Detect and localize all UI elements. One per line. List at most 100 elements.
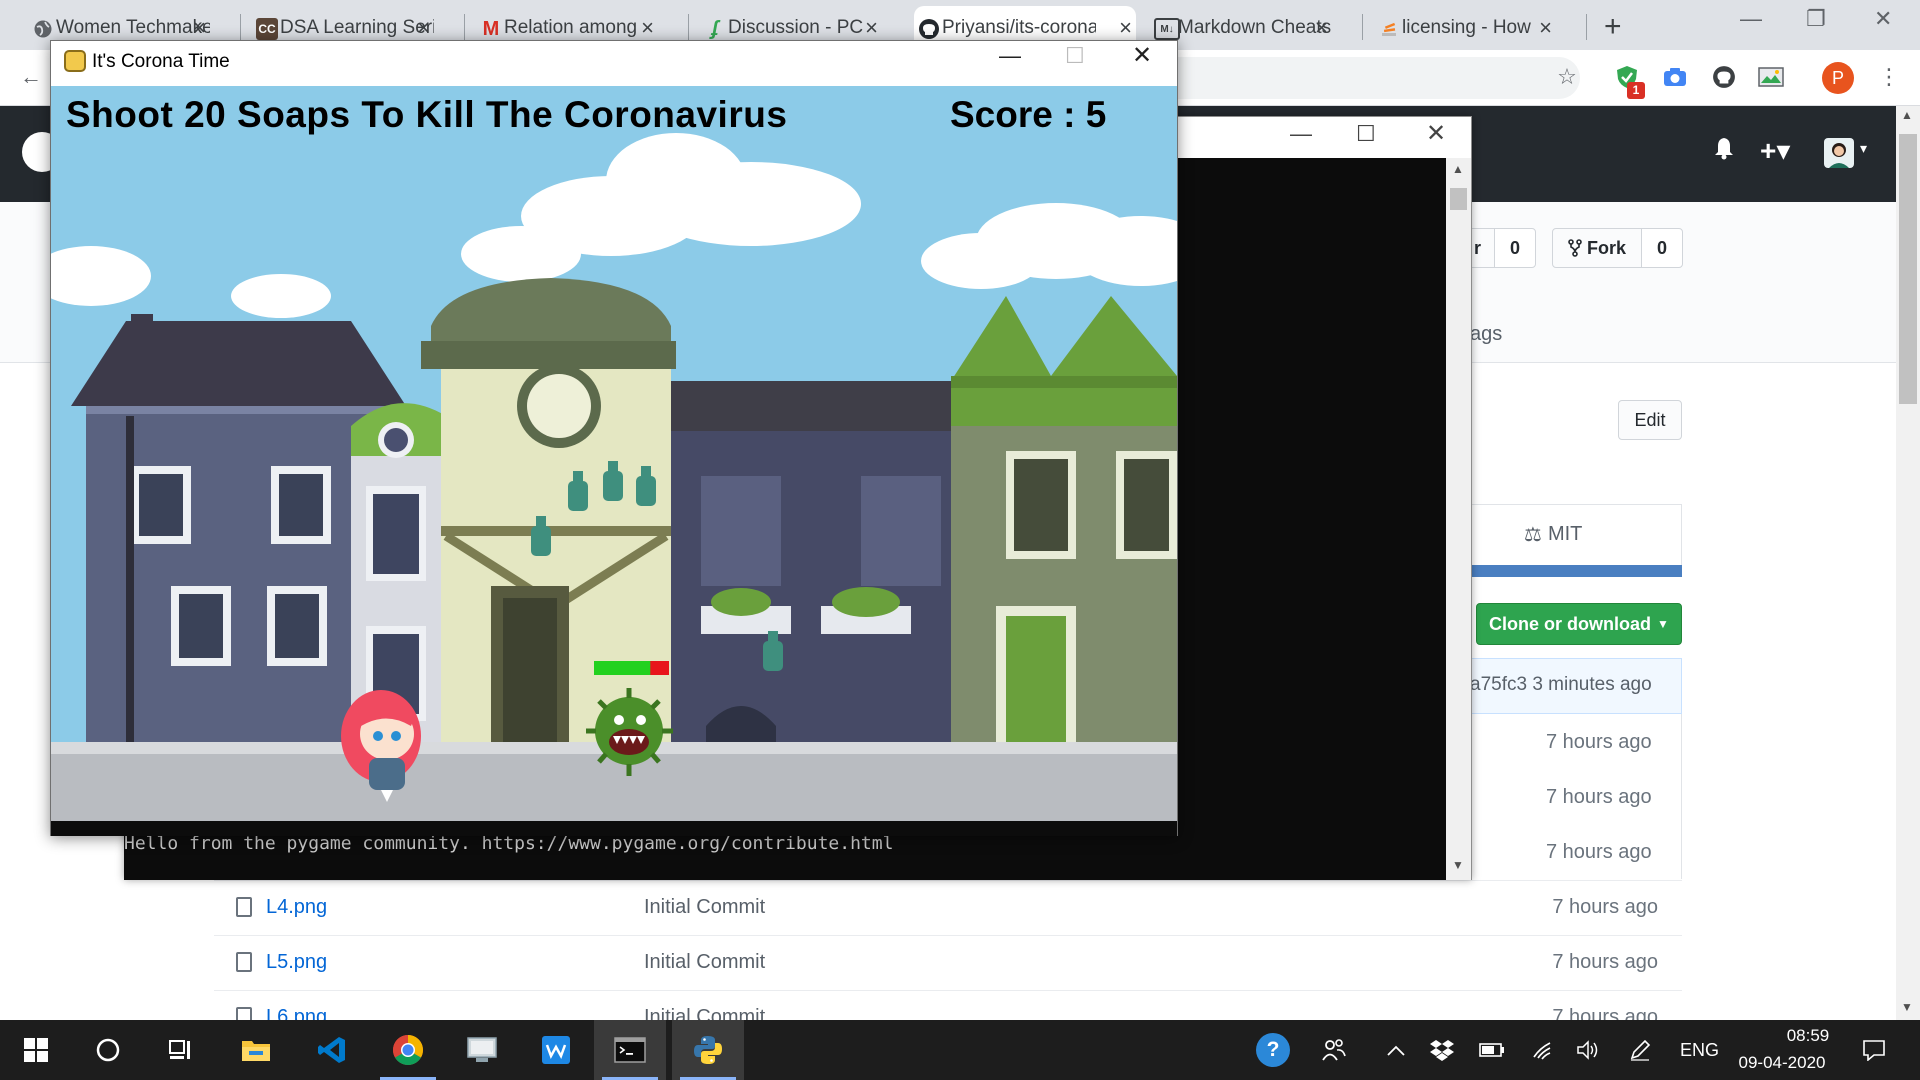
task-view-icon[interactable] (144, 1020, 216, 1080)
close-icon[interactable]: × (1119, 17, 1132, 39)
tab-separator (240, 14, 241, 40)
close-icon[interactable]: × (641, 17, 654, 39)
minimize-button[interactable]: — (1740, 6, 1762, 32)
clone-or-download-button[interactable]: Clone or download ▼ (1476, 603, 1682, 645)
console-minimize-button[interactable]: — (1290, 121, 1312, 147)
game-minimize-button[interactable]: — (999, 43, 1021, 69)
fork-count[interactable]: 0 (1641, 228, 1683, 268)
file-icon (236, 897, 252, 917)
chrome-icon[interactable] (372, 1020, 444, 1080)
commit-message-link[interactable]: Initial Commit (644, 951, 765, 974)
stackexchange-icon (1378, 18, 1400, 40)
globe-icon (32, 18, 54, 40)
close-icon[interactable]: × (865, 17, 878, 39)
scroll-down-icon[interactable]: ▼ (1452, 858, 1464, 872)
close-window-button[interactable]: ✕ (1874, 6, 1892, 32)
fork-label: Fork (1586, 237, 1626, 258)
people-icon[interactable] (1320, 1036, 1348, 1064)
python-icon[interactable] (672, 1020, 744, 1080)
scroll-up-icon[interactable]: ▲ (1901, 108, 1913, 122)
fork-button[interactable]: Fork (1552, 228, 1642, 268)
battery-icon[interactable] (1478, 1036, 1506, 1064)
profile-avatar[interactable]: P (1822, 62, 1854, 94)
clock-time[interactable]: 08:59 (1762, 1026, 1854, 1046)
close-icon[interactable]: × (417, 17, 430, 39)
file-name-link[interactable]: L6.png (266, 1006, 327, 1020)
file-time: 7 hours ago (1546, 786, 1652, 808)
camera-icon[interactable] (1660, 62, 1690, 92)
whiteboard-icon[interactable] (520, 1020, 592, 1080)
help-icon[interactable]: ? (1256, 1033, 1290, 1067)
tab-separator (1586, 14, 1587, 40)
file-time: 7 hours ago (1546, 841, 1652, 863)
show-hidden-icons-chevron-up-icon[interactable] (1382, 1036, 1410, 1064)
dropbox-icon[interactable] (1428, 1036, 1456, 1064)
commit-message-link[interactable]: Initial Commit (644, 1006, 765, 1020)
license-link[interactable]: ⚖ MIT (1524, 522, 1582, 547)
edit-button[interactable]: Edit (1618, 400, 1682, 440)
cortana-icon[interactable] (72, 1020, 144, 1080)
console-maximize-button[interactable]: ☐ (1356, 121, 1376, 147)
file-icon (236, 1007, 252, 1020)
file-name-link[interactable]: L4.png (266, 896, 327, 919)
scrollbar-thumb[interactable] (1450, 188, 1467, 210)
chevron-down-icon[interactable]: ▾ (1860, 140, 1867, 157)
clock-date[interactable]: 09-04-2020 (1736, 1053, 1828, 1073)
bell-icon[interactable] (1713, 136, 1735, 167)
close-icon[interactable]: × (193, 17, 206, 39)
close-icon[interactable]: × (1315, 17, 1328, 39)
console-output-text: Hello from the pygame community. https:/… (124, 833, 894, 854)
tab-separator (1362, 14, 1363, 40)
star-icon[interactable]: ☆ (1552, 62, 1582, 92)
tab-licensing[interactable]: licensing - How × (1374, 6, 1556, 50)
file-time: 7 hours ago (1546, 731, 1652, 753)
game-maximize-button[interactable]: ☐ (1065, 43, 1085, 69)
windows-start-icon[interactable] (0, 1020, 72, 1080)
game-canvas[interactable] (51, 86, 1177, 836)
codechef-icon: CC (256, 18, 278, 40)
tab-separator (464, 14, 465, 40)
license-label: MIT (1547, 523, 1583, 545)
user-avatar[interactable] (1824, 138, 1854, 168)
pygame-icon (64, 50, 86, 72)
tags-tab-fragment[interactable]: ags (1470, 323, 1502, 346)
file-row: L5.png Initial Commit 7 hours ago (214, 935, 1682, 990)
virus-health-bar (594, 661, 669, 675)
github-extension-icon[interactable] (1709, 62, 1739, 92)
close-icon[interactable]: × (1539, 17, 1552, 39)
remote-desktop-icon[interactable] (446, 1020, 518, 1080)
notifications-icon[interactable] (1860, 1036, 1888, 1064)
star-count[interactable]: 0 (1494, 228, 1536, 268)
restore-button[interactable]: ❐ (1806, 6, 1826, 32)
tab-title: Discussion - PC (728, 17, 864, 38)
commit-message-link[interactable]: Initial Commit (644, 896, 765, 919)
file-explorer-icon[interactable] (220, 1020, 292, 1080)
back-icon[interactable]: ← (16, 62, 46, 92)
game-close-button[interactable]: ✕ (1132, 41, 1152, 70)
pen-icon[interactable] (1626, 1036, 1654, 1064)
input-language-indicator[interactable]: ENG (1680, 1040, 1719, 1061)
new-tab-button[interactable]: + (1604, 10, 1622, 44)
hud-objective-text: Shoot 20 Soaps To Kill The Coronavirus (66, 94, 788, 135)
file-row: L6.png Initial Commit 7 hours ago (214, 990, 1682, 1020)
scroll-down-icon[interactable]: ▼ (1901, 1000, 1913, 1014)
file-name-link[interactable]: L5.png (266, 951, 327, 974)
scrollbar-thumb[interactable] (1899, 134, 1917, 404)
screenshot-extension-icon[interactable] (1756, 62, 1786, 92)
discuss-icon: ʄ (711, 17, 719, 40)
cmd-icon[interactable] (594, 1020, 666, 1080)
latest-commit-text[interactable]: a75fc3 3 minutes ago (1470, 674, 1652, 696)
menu-icon[interactable]: ⋮ (1874, 62, 1904, 92)
hud-score-text: Score : 5 (950, 94, 1107, 135)
volume-icon[interactable] (1574, 1036, 1602, 1064)
create-new-icon[interactable]: +▾ (1760, 134, 1790, 167)
file-time: 7 hours ago (1552, 1006, 1658, 1020)
console-scrollbar[interactable]: ▲ ▼ (1446, 158, 1471, 880)
scroll-up-icon[interactable]: ▲ (1452, 162, 1464, 176)
wifi-icon[interactable] (1530, 1036, 1558, 1064)
vscode-icon[interactable] (296, 1020, 368, 1080)
console-close-button[interactable]: ✕ (1426, 119, 1446, 148)
file-icon (236, 952, 252, 972)
markdown-icon: M↓ (1154, 18, 1180, 40)
caret-down-icon: ▼ (1657, 617, 1669, 631)
